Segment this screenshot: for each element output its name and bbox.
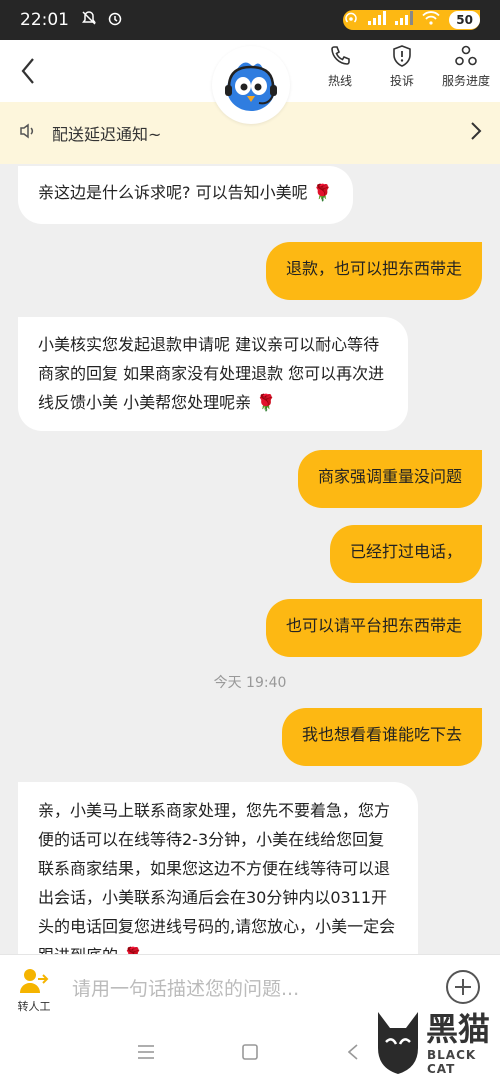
complaint-label: 投诉 <box>389 74 414 88</box>
signal-icon-2 <box>395 11 414 29</box>
rose-icon: 🌹 <box>251 393 277 412</box>
message-text: 退款，也可以把东西带走 <box>285 259 462 278</box>
menu-icon <box>138 1045 154 1059</box>
message-text: 亲这边是什么诉求呢? 可以告知小美呢 <box>38 183 308 202</box>
menu-nav-button[interactable] <box>138 1044 154 1063</box>
rose-icon: 🌹 <box>307 183 333 202</box>
complaint-button[interactable]: 投诉 <box>367 44 437 89</box>
alarm-icon <box>107 10 123 30</box>
message-text: 已经打过电话， <box>349 542 462 561</box>
black-cat-logo-icon <box>378 1012 418 1074</box>
watermark-subtitle: BLACK CAT <box>427 1048 477 1076</box>
wifi-icon <box>422 11 440 29</box>
bird-mascot-icon <box>225 62 277 111</box>
agent-avatar <box>212 46 290 124</box>
phone-icon <box>331 46 350 65</box>
message-bubble-user: 商家强调重量没问题 <box>297 450 482 508</box>
back-button[interactable] <box>14 54 42 88</box>
home-nav-button[interactable] <box>242 1044 258 1064</box>
hotspot-icon <box>343 10 359 30</box>
speaker-icon <box>18 121 38 145</box>
battery-indicator: 50 <box>449 11 480 29</box>
message-input[interactable] <box>70 971 414 1007</box>
transfer-to-human-button[interactable]: 转人工 <box>14 967 54 1014</box>
message-bubble-user: 我也想看看谁能吃下去 <box>281 708 482 766</box>
transfer-to-human-label: 转人工 <box>17 1000 51 1013</box>
notice-text: 配送延迟通知~ <box>52 125 162 144</box>
message-bubble-user: 也可以请平台把东西带走 <box>265 599 482 657</box>
rose-icon: 🌹 <box>118 946 143 954</box>
chevron-left-icon <box>21 58 34 84</box>
triangle-back-icon <box>347 1044 358 1060</box>
mute-icon <box>81 10 97 30</box>
watermark-title: 黑猫 <box>426 1010 491 1048</box>
back-nav-button[interactable] <box>347 1044 358 1064</box>
message-bubble-agent: 亲这边是什么诉求呢? 可以告知小美呢 🌹 <box>18 166 353 224</box>
status-bar: 22:01 50 <box>0 0 500 40</box>
chat-header: 热线 投诉 服务进度 <box>0 40 500 124</box>
chevron-right-icon <box>470 121 482 145</box>
message-text: 亲，小美马上联系商家处理，您先不要着急，您方便的话可以在线等待2-3分钟，小美在… <box>38 801 396 954</box>
plus-icon <box>455 979 471 995</box>
message-bubble-user: 已经打过电话， <box>329 525 482 583</box>
hotline-button[interactable]: 热线 <box>305 44 375 89</box>
message-bubble-agent: 亲，小美马上联系商家处理，您先不要着急，您方便的话可以在线等待2-3分钟，小美在… <box>18 782 418 954</box>
person-transfer-icon <box>20 969 49 993</box>
signal-icon <box>368 11 387 29</box>
status-time: 22:01 <box>20 10 69 30</box>
chat-area[interactable]: 亲这边是什么诉求呢? 可以告知小美呢 🌹 退款，也可以把东西带走 小美核实您发起… <box>0 164 500 954</box>
blackcat-watermark: 黑猫 BLACK CAT <box>372 1000 500 1083</box>
message-text: 小美核实您发起退款申请呢 建议亲可以耐心等待商家的回复 如果商家没有处理退款 您… <box>38 335 385 412</box>
message-text: 我也想看看谁能吃下去 <box>301 725 462 744</box>
service-progress-label: 服务进度 <box>441 74 490 88</box>
progress-icon <box>455 45 477 66</box>
message-text: 也可以请平台把东西带走 <box>285 616 462 635</box>
status-right-icons: 50 <box>343 10 480 30</box>
more-options-button[interactable] <box>446 970 480 1004</box>
shield-alert-icon <box>393 45 411 67</box>
message-text: 商家强调重量没问题 <box>317 467 462 486</box>
service-progress-button[interactable]: 服务进度 <box>431 44 500 89</box>
message-bubble-user: 退款，也可以把东西带走 <box>265 242 482 300</box>
home-square-icon <box>242 1044 258 1060</box>
message-timestamp: 今天 19:40 <box>213 675 287 691</box>
hotline-label: 热线 <box>327 74 352 88</box>
message-bubble-agent: 小美核实您发起退款申请呢 建议亲可以耐心等待商家的回复 如果商家没有处理退款 您… <box>18 317 408 431</box>
